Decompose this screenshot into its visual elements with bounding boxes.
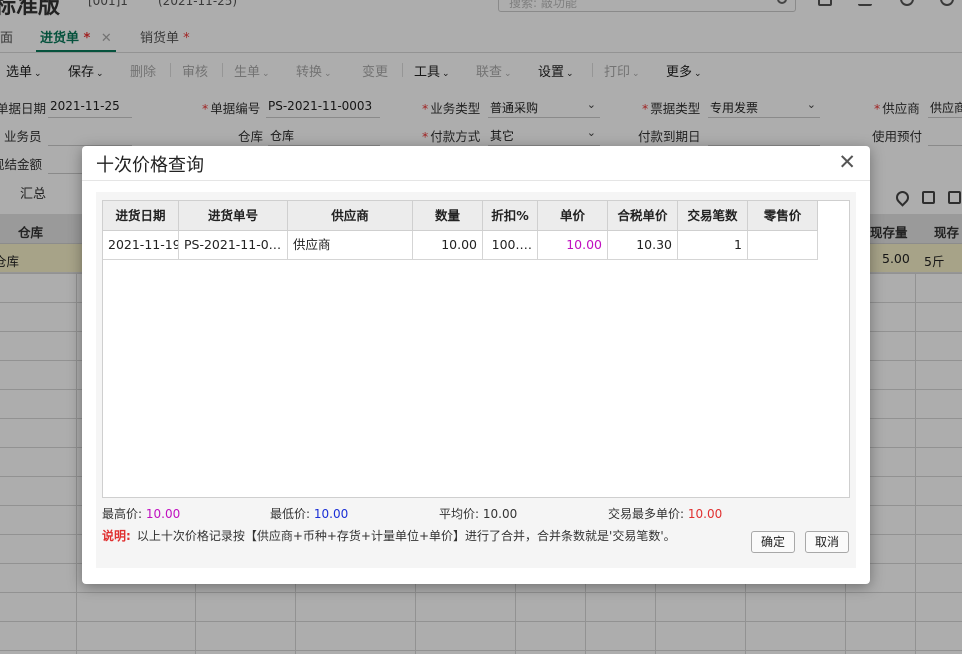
dialog-title: 十次价格查询 bbox=[96, 155, 204, 176]
dialog-body: 进货日期 进货单号 供应商 数量 折扣% 单价 合税单价 交易笔数 零售价 20… bbox=[96, 192, 856, 568]
cancel-button[interactable]: 取消 bbox=[805, 531, 850, 553]
table-row[interactable]: 2021-11-19 PS-2021-11-0… 供应商 10.00 100.…… bbox=[103, 231, 818, 260]
close-icon[interactable]: ✕ bbox=[838, 151, 856, 173]
note-label: 说明: bbox=[102, 529, 131, 543]
cell-retail-price bbox=[748, 231, 818, 260]
most-traded-price: 交易最多单价: 10.00 bbox=[608, 507, 723, 521]
col-discount[interactable]: 折扣% bbox=[483, 201, 538, 231]
price-history-dialog: 十次价格查询 ✕ 进货日期 进货单号 供应商 数量 折扣% 单价 合税单价 交易… bbox=[82, 146, 870, 584]
price-history-table: 进货日期 进货单号 供应商 数量 折扣% 单价 合税单价 交易笔数 零售价 20… bbox=[102, 200, 850, 498]
col-purchase-no[interactable]: 进货单号 bbox=[179, 201, 288, 231]
cell-discount: 100.… bbox=[483, 231, 538, 260]
col-retail-price[interactable]: 零售价 bbox=[748, 201, 818, 231]
cell-quantity: 10.00 bbox=[413, 231, 483, 260]
min-price: 最低价: 10.00 bbox=[270, 507, 349, 521]
cell-unit-price: 10.00 bbox=[538, 231, 608, 260]
cell-tax-unit-price: 10.30 bbox=[608, 231, 678, 260]
cell-supplier: 供应商 bbox=[288, 231, 413, 260]
col-supplier[interactable]: 供应商 bbox=[288, 201, 413, 231]
dialog-divider bbox=[82, 180, 870, 181]
col-unit-price[interactable]: 单价 bbox=[538, 201, 608, 231]
avg-price: 平均价: 10.00 bbox=[439, 507, 518, 521]
col-purchase-date[interactable]: 进货日期 bbox=[103, 201, 179, 231]
col-trade-count[interactable]: 交易笔数 bbox=[678, 201, 748, 231]
confirm-button[interactable]: 确定 bbox=[751, 531, 796, 553]
price-stats: 最高价: 10.00 最低价: 10.00 平均价: 10.00 交易最多单价:… bbox=[102, 505, 850, 521]
note-text: 说明: 以上十次价格记录按【供应商+币种+存货+计量单位+单价】进行了合并，合并条… bbox=[102, 527, 676, 544]
col-tax-unit-price[interactable]: 合税单价 bbox=[608, 201, 678, 231]
cell-trade-count: 1 bbox=[678, 231, 748, 260]
cell-doc-no: PS-2021-11-0… bbox=[179, 231, 288, 260]
col-quantity[interactable]: 数量 bbox=[413, 201, 483, 231]
cell-date: 2021-11-19 bbox=[103, 231, 179, 260]
table-header: 进货日期 进货单号 供应商 数量 折扣% 单价 合税单价 交易笔数 零售价 bbox=[103, 201, 818, 231]
note-content: 以上十次价格记录按【供应商+币种+存货+计量单位+单价】进行了合并，合并条数就是… bbox=[136, 529, 676, 543]
max-price: 最高价: 10.00 bbox=[102, 507, 181, 521]
